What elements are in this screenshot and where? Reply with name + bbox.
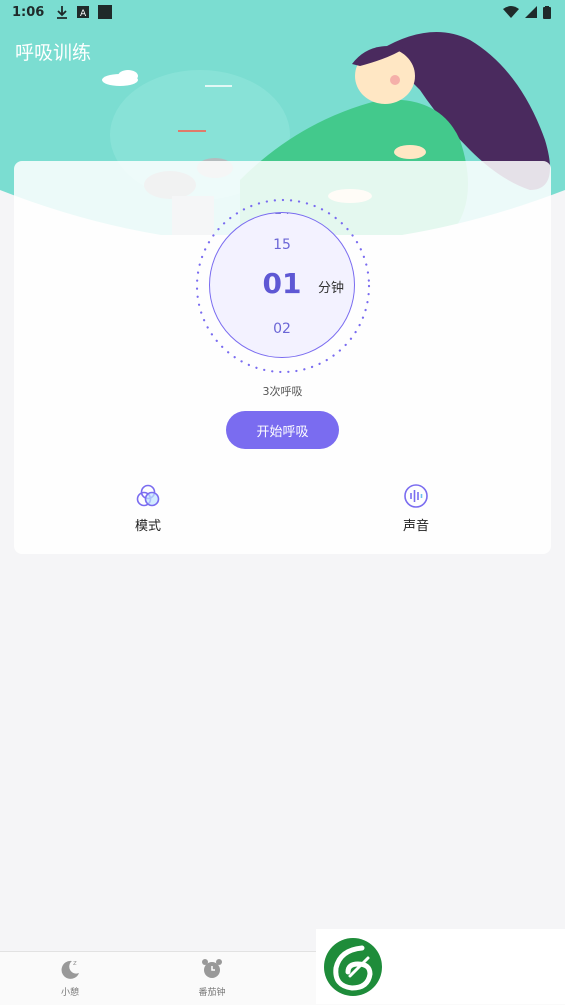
status-bar: 1:06 A [0, 0, 565, 24]
wifi-icon [503, 6, 519, 18]
breath-card: 14 15 01 02 分钟 3次呼吸 开始呼吸 模式 声音 [14, 161, 551, 554]
moon-sleep-icon: z [61, 959, 79, 979]
font-a-icon: A [77, 6, 90, 18]
svg-text:A: A [80, 9, 87, 18]
mode-option-label: 模式 [134, 519, 161, 534]
breath-count-label: 3次呼吸 [262, 385, 303, 398]
logo-overlay [316, 929, 565, 1004]
page-title: 呼吸训练 [15, 42, 92, 64]
sound-option-label: 声音 [402, 519, 429, 534]
square-app-icon [98, 5, 113, 19]
wheel-value-prev2: 14 [210, 213, 354, 218]
minute-unit-label: 分钟 [318, 281, 345, 296]
battery-icon [543, 5, 551, 19]
wheel-value-prev: 15 [273, 237, 291, 253]
signal-icon [525, 6, 537, 18]
alarm-clock-icon [202, 959, 222, 978]
svg-text:z: z [73, 959, 77, 967]
nav-label-pomodoro: 番茄钟 [198, 988, 226, 998]
time-picker-dial[interactable]: 14 15 01 02 [193, 196, 373, 376]
nav-label-nap: 小憩 [60, 988, 79, 998]
mode-option[interactable]: 模式 [118, 483, 178, 534]
green-leaf-logo-icon [324, 938, 382, 996]
download-icon [57, 6, 68, 19]
nav-item-pomodoro[interactable]: 番茄钟 [182, 958, 242, 998]
status-time: 1:06 [12, 4, 45, 20]
sound-wave-icon [404, 484, 428, 508]
nav-item-nap[interactable]: z 小憩 [40, 958, 100, 998]
start-breathing-button[interactable]: 开始呼吸 [226, 411, 339, 449]
wheel-value-next: 02 [273, 321, 291, 337]
sound-option[interactable]: 声音 [386, 483, 446, 534]
mode-circles-icon [136, 484, 160, 507]
